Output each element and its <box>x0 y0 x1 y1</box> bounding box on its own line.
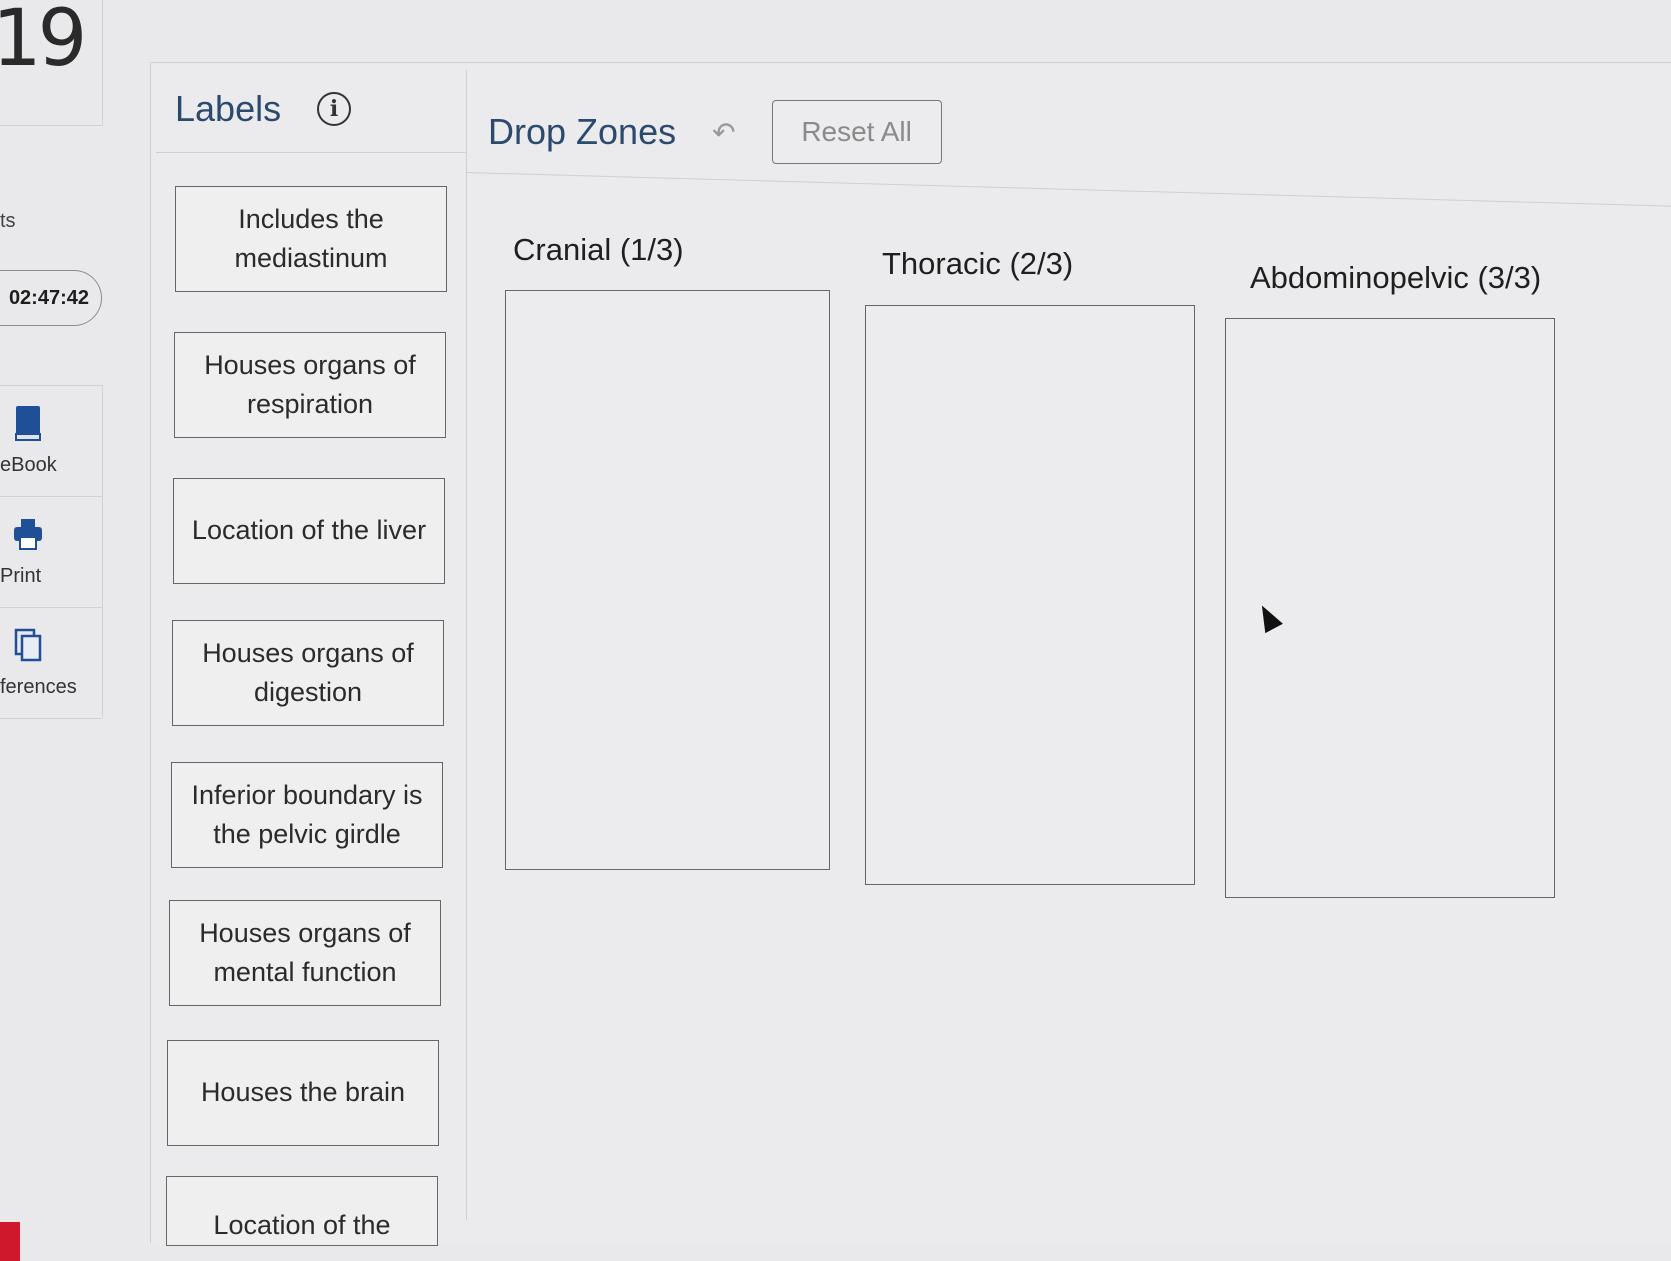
dropzones-header: Drop Zones ↶ Reset All <box>488 100 942 164</box>
label-card[interactable]: Houses organs of respiration <box>174 332 446 438</box>
drop-zone-thoracic[interactable] <box>865 305 1195 885</box>
zone-title-abdominopelvic: Abdominopelvic (3/3) <box>1250 260 1542 295</box>
drop-zone-cranial[interactable] <box>505 290 830 870</box>
label-card[interactable]: Houses the brain <box>167 1040 439 1146</box>
sidebar-tools: eBook Print ferences <box>0 385 103 719</box>
print-button[interactable]: Print <box>0 497 102 608</box>
labels-divider <box>466 70 467 1220</box>
label-card[interactable]: Location of the liver <box>173 478 445 584</box>
label-card[interactable]: Houses organs of mental function <box>169 900 441 1006</box>
printer-icon <box>14 519 42 550</box>
label-card[interactable]: Includes the mediastinum <box>175 186 447 292</box>
ebook-label: eBook <box>0 454 57 476</box>
info-icon[interactable]: i <box>317 92 352 126</box>
book-icon <box>15 406 41 441</box>
references-label: ferences <box>0 676 77 698</box>
label-card[interactable]: Location of the <box>166 1176 438 1246</box>
references-button[interactable]: ferences <box>0 608 102 719</box>
labels-header: Labels i <box>175 88 352 130</box>
sidebar-fragment-text: ts <box>0 210 16 232</box>
label-card[interactable]: Inferior boundary is the pelvic girdle <box>171 762 443 868</box>
zone-title-cranial: Cranial (1/3) <box>513 232 684 267</box>
references-icon <box>14 628 42 662</box>
red-corner-badge <box>0 1222 20 1261</box>
label-card[interactable]: Houses organs of digestion <box>172 620 444 726</box>
undo-icon[interactable]: ↶ <box>712 116 735 149</box>
question-number-panel <box>0 0 103 126</box>
timer: 02:47:42 <box>0 270 102 326</box>
labels-title: Labels <box>175 88 282 129</box>
labels-header-divider <box>156 152 466 153</box>
print-label: Print <box>0 565 42 587</box>
ebook-button[interactable]: eBook <box>0 386 102 497</box>
zone-title-thoracic: Thoracic (2/3) <box>882 246 1074 281</box>
reset-all-button[interactable]: Reset All <box>771 100 942 164</box>
dropzones-title: Drop Zones <box>488 111 677 152</box>
